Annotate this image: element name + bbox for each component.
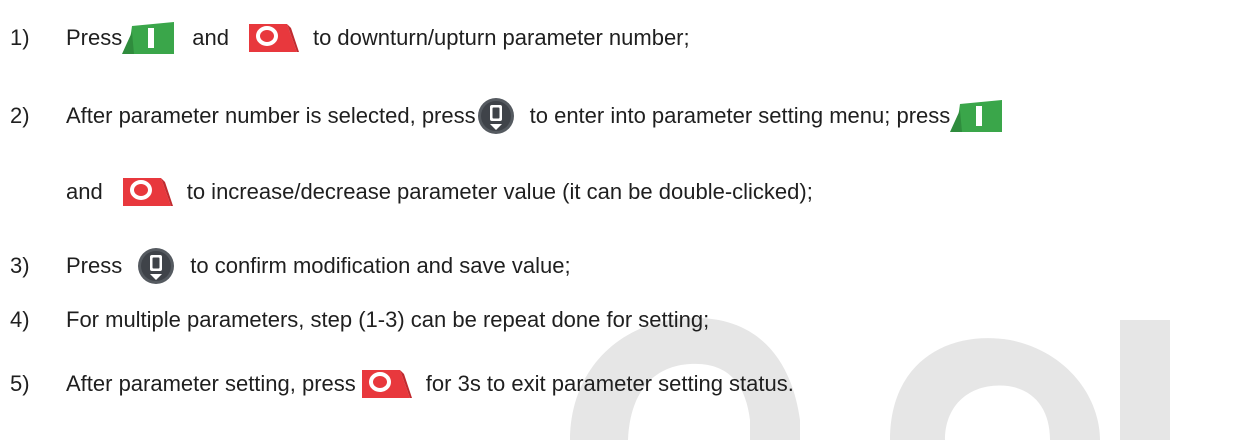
step-text: and to increase/decrease parameter value…	[66, 172, 813, 212]
step-text: For multiple parameters, step (1-3) can …	[66, 307, 709, 333]
step-text: Press to confirm modification and save v…	[66, 246, 571, 286]
step-text-part: Press	[66, 25, 123, 50]
step-text: Press and to downturn/upturn parameter n…	[66, 18, 690, 58]
step-text-part: For multiple parameters, step (1-3) can …	[66, 307, 710, 332]
step-text-part: After parameter setting, press	[66, 371, 356, 396]
step-text: After parameter setting, press for 3s to…	[66, 364, 794, 404]
step-number: 3)	[10, 253, 30, 278]
step-text-part: and	[66, 179, 103, 204]
step-text-part: to increase/decrease parameter value (it…	[186, 179, 813, 204]
red-off-key-icon	[117, 172, 173, 212]
step-number: 2)	[10, 103, 30, 128]
step-number: 1)	[10, 25, 30, 50]
red-off-key-icon	[356, 364, 412, 404]
step-text-part: After parameter number is selected, pres…	[66, 103, 476, 128]
step-text-part: to downturn/upturn parameter number;	[312, 25, 690, 50]
step-text-part: and	[192, 25, 229, 50]
step-text-part: for 3s to exit parameter setting status.	[425, 371, 794, 396]
confirm-enter-key-icon	[476, 96, 516, 136]
step-text-part: to confirm modification and save value;	[190, 253, 571, 278]
step-text: After parameter number is selected, pres…	[66, 96, 1006, 136]
step-number: 5)	[10, 371, 30, 396]
green-on-key-icon	[122, 18, 178, 58]
step-number: 4)	[10, 307, 30, 332]
green-on-key-icon	[950, 96, 1006, 136]
step-text-part: Press	[66, 253, 123, 278]
confirm-enter-key-icon	[136, 246, 176, 286]
red-off-key-icon	[243, 18, 299, 58]
step-text-part: to enter into parameter setting menu; pr…	[529, 103, 951, 128]
